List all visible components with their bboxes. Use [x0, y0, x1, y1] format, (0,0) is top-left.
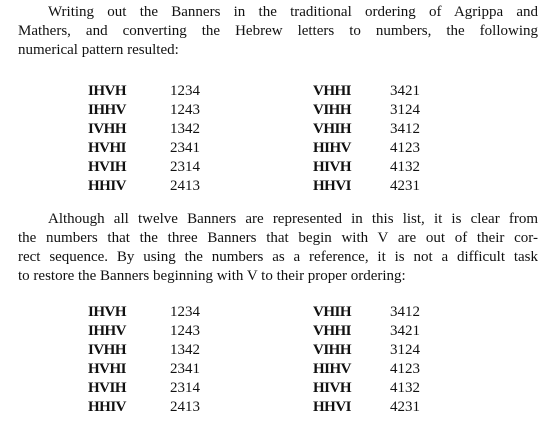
- banner-code: HIVH: [313, 380, 352, 396]
- banner-code: VHIH: [313, 304, 352, 320]
- table-row: IHVH 1234 VHIH 3412: [0, 303, 557, 322]
- table-row: HHIV 2413 HHVI 4231: [0, 177, 557, 196]
- banner-code: IHHV: [88, 323, 127, 339]
- paragraph-line: the numbers that the three Banners that …: [18, 230, 538, 246]
- banner-code: HVHI: [88, 361, 127, 377]
- paragraph-line: rect sequence. By using the numbers as a…: [18, 249, 538, 265]
- banner-number: 2314: [170, 380, 200, 396]
- table-row: IHVH 1234 VHHI 3421: [0, 82, 557, 101]
- paragraph-line: to restore the Banners beginning with V …: [18, 268, 406, 284]
- banner-number: 3124: [390, 342, 420, 358]
- banner-number: 2314: [170, 159, 200, 175]
- banner-code: HVIH: [88, 380, 127, 396]
- table-row: HVIH 2314 HIVH 4132: [0, 158, 557, 177]
- banner-code: IVHH: [88, 342, 127, 358]
- banner-code: IHHV: [88, 102, 127, 118]
- banner-code: HHVI: [313, 399, 352, 415]
- banner-number-table-traditional: IHVH 1234 VHHI 3421 IHHV 1243 VIHH 3124 …: [0, 82, 557, 196]
- paragraph-line: Although all twelve Banners are represen…: [48, 211, 538, 227]
- banner-code: IVHH: [88, 121, 127, 137]
- banner-number: 2341: [170, 361, 200, 377]
- banner-number: 4132: [390, 380, 420, 396]
- banner-code: HVIH: [88, 159, 127, 175]
- table-row: IHHV 1243 VIHH 3124: [0, 101, 557, 120]
- banner-number: 1342: [170, 121, 200, 137]
- banner-number: 3412: [390, 121, 420, 137]
- banner-code: HHVI: [313, 178, 352, 194]
- banner-code: HVHI: [88, 140, 127, 156]
- paragraph-line: numerical pattern resulted:: [18, 42, 179, 58]
- banner-number: 4123: [390, 140, 420, 156]
- banner-code: HIHV: [313, 140, 352, 156]
- banner-number: 1234: [170, 83, 200, 99]
- banner-number: 4123: [390, 361, 420, 377]
- table-row: IVHH 1342 VIHH 3124: [0, 341, 557, 360]
- banner-code: VIHH: [313, 342, 352, 358]
- banner-code: IHVH: [88, 83, 127, 99]
- banner-number-table-corrected: IHVH 1234 VHIH 3412 IHHV 1243 VHHI 3421 …: [0, 303, 557, 417]
- banner-number: 1243: [170, 323, 200, 339]
- banner-code: HIVH: [313, 159, 352, 175]
- banner-code: VHIH: [313, 121, 352, 137]
- table-row: HVIH 2314 HIVH 4132: [0, 379, 557, 398]
- banner-number: 3421: [390, 323, 420, 339]
- banner-number: 4231: [390, 178, 420, 194]
- banner-code: IHVH: [88, 304, 127, 320]
- banner-number: 3124: [390, 102, 420, 118]
- table-row: HVHI 2341 HIHV 4123: [0, 360, 557, 379]
- banner-number: 1234: [170, 304, 200, 320]
- intro-paragraph: Writing out the Banners in the tradition…: [18, 3, 538, 60]
- banner-code: HIHV: [313, 361, 352, 377]
- banner-number: 4132: [390, 159, 420, 175]
- banner-number: 4231: [390, 399, 420, 415]
- reordering-paragraph: Although all twelve Banners are represen…: [18, 210, 538, 286]
- paragraph-line: Mathers, and converting the Hebrew lette…: [18, 23, 538, 39]
- table-row: IVHH 1342 VHIH 3412: [0, 120, 557, 139]
- banner-number: 2341: [170, 140, 200, 156]
- banner-number: 1243: [170, 102, 200, 118]
- banner-code: HHIV: [88, 178, 127, 194]
- table-row: IHHV 1243 VHHI 3421: [0, 322, 557, 341]
- banner-number: 2413: [170, 178, 200, 194]
- table-row: HVHI 2341 HIHV 4123: [0, 139, 557, 158]
- table-row: HHIV 2413 HHVI 4231: [0, 398, 557, 417]
- paragraph-line: Writing out the Banners in the tradition…: [48, 4, 538, 20]
- banner-number: 2413: [170, 399, 200, 415]
- banner-code: VHHI: [313, 323, 352, 339]
- banner-number: 3421: [390, 83, 420, 99]
- banner-number: 3412: [390, 304, 420, 320]
- banner-code: HHIV: [88, 399, 127, 415]
- banner-code: VIHH: [313, 102, 352, 118]
- banner-code: VHHI: [313, 83, 352, 99]
- banner-number: 1342: [170, 342, 200, 358]
